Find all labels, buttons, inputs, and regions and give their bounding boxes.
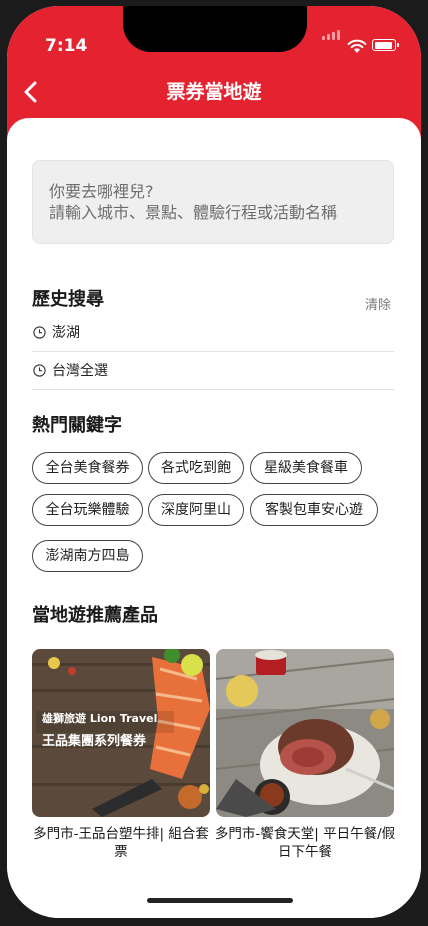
keyword-tag[interactable]: 全台玩樂體驗: [32, 494, 143, 526]
search-input[interactable]: 你要去哪裡兒? 請輸入城市、景點、體驗行程或活動名稱: [32, 160, 394, 244]
app-screen: 7:14 票券當地遊 你要去哪裡兒? 請輸入城市、景點、體驗行程或活動名稱 歷史…: [7, 6, 421, 918]
recommend-title: 當地遊推薦產品: [32, 605, 158, 626]
page-title: 票券當地遊: [166, 81, 262, 103]
keyword-tag[interactable]: 全台美食餐券: [32, 452, 143, 484]
keyword-tag[interactable]: 各式吃到飽: [148, 452, 244, 484]
product-image: [216, 649, 394, 817]
keyword-tag[interactable]: 深度阿里山: [148, 494, 244, 526]
search-placeholder-line2: 請輸入城市、景點、體驗行程或活動名稱: [49, 203, 338, 222]
search-placeholder-line1: 你要去哪裡兒?: [49, 182, 154, 201]
product-image: 雄獅旅遊 Lion Travel 王品集團系列餐券: [32, 649, 210, 817]
product-caption: 多門市-王品台塑牛排| 組合套票: [33, 826, 209, 860]
content-panel: 你要去哪裡兒? 請輸入城市、景點、體驗行程或活動名稱 歷史搜尋 清除 澎湖 台灣…: [7, 118, 421, 918]
history-item-label: 澎湖: [52, 325, 80, 341]
keyword-tag[interactable]: 澎湖南方四島: [32, 540, 143, 572]
banner-text: 王品集團系列餐券: [42, 733, 147, 749]
battery-icon: [372, 39, 399, 51]
product-caption: 多門市-饗食天堂| 平日午餐/假日下午餐: [214, 826, 396, 860]
keyword-tag[interactable]: 星級美食餐車: [250, 452, 362, 484]
history-item[interactable]: 澎湖: [32, 314, 394, 352]
history-item-label: 台灣全選: [52, 363, 108, 379]
wifi-icon: [347, 39, 367, 53]
notch: [123, 6, 307, 52]
hot-keywords-title: 熱門關鍵字: [32, 415, 122, 436]
home-indicator: [147, 898, 293, 903]
phone-frame: 7:14 票券當地遊 你要去哪裡兒? 請輸入城市、景點、體驗行程或活動名稱 歷史…: [0, 0, 428, 926]
keyword-tag[interactable]: 客製包車安心遊: [250, 494, 378, 526]
history-title: 歷史搜尋: [32, 289, 104, 310]
nav-bar: 票券當地遊: [7, 70, 421, 114]
status-time: 7:14: [45, 36, 88, 56]
clock-icon: [33, 326, 46, 339]
status-bar: 7:14: [7, 6, 421, 58]
clear-history-button[interactable]: 清除: [365, 294, 391, 313]
history-item[interactable]: 台灣全選: [32, 352, 394, 390]
clock-icon: [33, 364, 46, 377]
banner-brand: 雄獅旅遊 Lion Travel: [41, 711, 157, 725]
